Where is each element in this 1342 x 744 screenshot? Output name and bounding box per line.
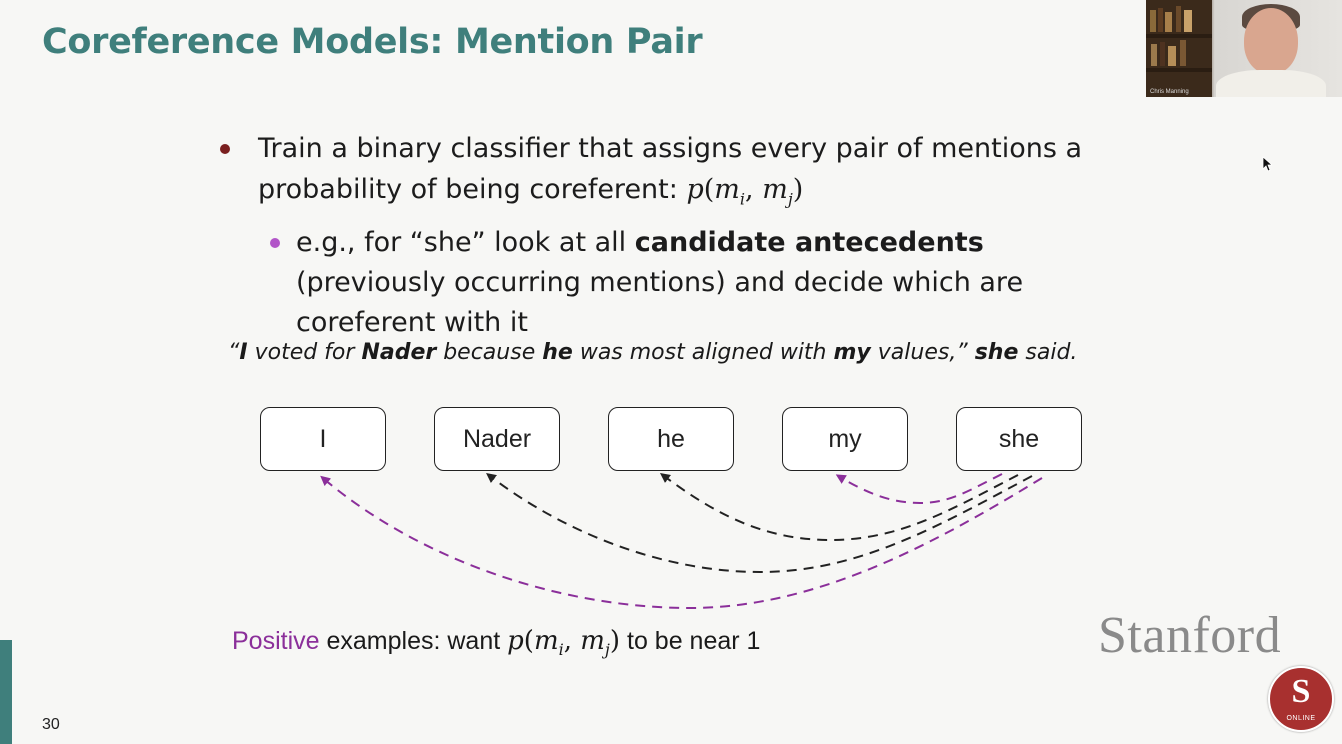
- probability-formula-2: p(mi, mj): [507, 626, 621, 660]
- arrow-she-to-nader: [486, 472, 1033, 574]
- accent-bar: [0, 640, 12, 744]
- arrow-she-to-he: [659, 473, 1019, 542]
- positive-word: Positive: [232, 627, 320, 655]
- positive-examples-caption: Positive examples: want p(mi, mj) to be …: [232, 626, 761, 660]
- stanford-wordmark: Stanford: [1098, 607, 1282, 664]
- slide-number: 30: [42, 716, 60, 733]
- stanford-online-seal: S ONLINE: [1268, 666, 1334, 732]
- arrow-she-to-i: [320, 475, 1043, 610]
- mouse-cursor-icon: [1262, 156, 1272, 172]
- arrow-she-to-my: [835, 473, 1003, 505]
